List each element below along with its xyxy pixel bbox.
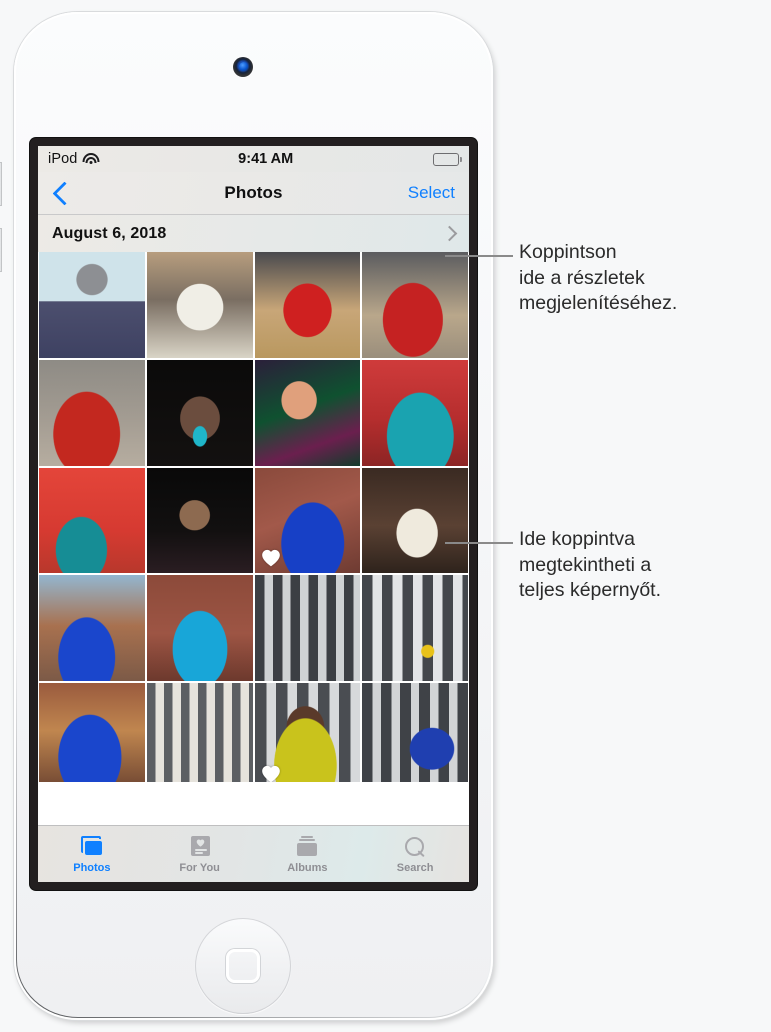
tab-albums-label: Albums	[287, 861, 328, 874]
status-bar: iPod 9:41 AM	[38, 146, 469, 172]
photo-thumbnail[interactable]	[146, 683, 253, 782]
photo-thumbnail[interactable]	[254, 683, 361, 782]
albums-icon	[294, 835, 320, 859]
camera-lens	[239, 62, 248, 71]
tab-search[interactable]: Search	[361, 835, 469, 874]
photo-image	[362, 683, 468, 782]
tab-for-you[interactable]: For You	[146, 835, 254, 874]
photo-image	[362, 467, 468, 574]
date-label: August 6, 2018	[52, 224, 167, 242]
volume-down-button[interactable]	[0, 228, 2, 272]
screen: iPod 9:41 AM Photos Select August 6, 201…	[38, 146, 469, 882]
tab-photos[interactable]: Photos	[38, 835, 146, 874]
volume-up-button[interactable]	[0, 162, 2, 206]
photo-image	[362, 575, 468, 681]
callout-leader-line	[445, 255, 513, 257]
photo-image	[146, 359, 253, 466]
callout-text: Koppintson ide a részletek megjelenítésé…	[519, 241, 678, 314]
navigation-bar: Photos Select	[38, 172, 469, 215]
photo-thumbnail[interactable]	[39, 575, 145, 681]
date-header-row[interactable]: August 6, 2018	[38, 215, 469, 252]
photo-thumbnail[interactable]	[39, 252, 145, 358]
photo-image	[146, 467, 253, 574]
photo-image	[39, 683, 145, 782]
photo-thumbnail[interactable]	[254, 467, 361, 574]
photo-thumbnail[interactable]	[146, 575, 253, 681]
photo-thumbnail[interactable]	[254, 359, 361, 466]
heart-icon	[261, 765, 281, 782]
chevron-right-icon[interactable]	[441, 225, 458, 242]
photo-thumbnail[interactable]	[362, 683, 468, 782]
photo-thumbnail[interactable]	[362, 252, 468, 358]
callout-leader-line	[445, 542, 513, 544]
callout-text: Ide koppintva megtekintheti a teljes kép…	[519, 528, 661, 601]
chevron-left-icon	[52, 180, 77, 206]
photo-thumbnail[interactable]	[39, 467, 145, 574]
photo-image	[39, 575, 145, 681]
status-bar-left: iPod	[48, 151, 100, 167]
tab-search-label: Search	[396, 861, 434, 874]
photo-image	[146, 252, 253, 358]
tab-albums[interactable]: Albums	[254, 835, 362, 874]
photo-thumbnail[interactable]	[146, 359, 253, 466]
battery-full-icon	[433, 152, 462, 166]
screen-bezel: iPod 9:41 AM Photos Select August 6, 201…	[30, 138, 477, 890]
front-camera-icon	[233, 57, 253, 77]
tab-bar: Photos For You Albums Search	[38, 825, 469, 882]
heart-icon	[261, 549, 281, 567]
photo-image	[146, 575, 253, 681]
for-you-icon	[187, 835, 213, 859]
status-bar-right	[433, 152, 462, 166]
photo-image	[39, 359, 145, 466]
photo-image	[254, 252, 361, 358]
carrier-label: iPod	[48, 151, 78, 167]
photo-thumbnail[interactable]	[362, 467, 468, 574]
photo-image	[39, 467, 145, 574]
photo-image	[254, 575, 361, 681]
photo-thumbnail[interactable]	[146, 252, 253, 358]
photo-image	[362, 252, 468, 358]
photo-thumbnail[interactable]	[39, 683, 145, 782]
photo-grid	[38, 252, 469, 782]
photo-image	[146, 683, 253, 782]
photo-image	[39, 252, 145, 358]
tab-for-you-label: For You	[179, 861, 220, 874]
photo-thumbnail[interactable]	[254, 252, 361, 358]
home-button[interactable]	[195, 918, 291, 1014]
photo-thumbnail[interactable]	[362, 359, 468, 466]
select-button[interactable]: Select	[408, 172, 455, 214]
photo-thumbnail[interactable]	[254, 575, 361, 681]
photo-thumbnail[interactable]	[146, 467, 253, 574]
photo-thumbnail[interactable]	[39, 359, 145, 466]
photo-image	[362, 359, 468, 466]
tab-photos-label: Photos	[73, 861, 111, 874]
photo-thumbnail[interactable]	[362, 575, 468, 681]
back-button[interactable]	[50, 172, 79, 214]
home-square-icon	[226, 949, 260, 983]
search-icon	[402, 835, 428, 859]
clock-label: 9:41 AM	[238, 151, 294, 167]
wifi-icon	[82, 153, 100, 165]
page-title: Photos	[224, 183, 283, 202]
photos-icon	[79, 835, 105, 859]
photo-image	[254, 359, 361, 466]
